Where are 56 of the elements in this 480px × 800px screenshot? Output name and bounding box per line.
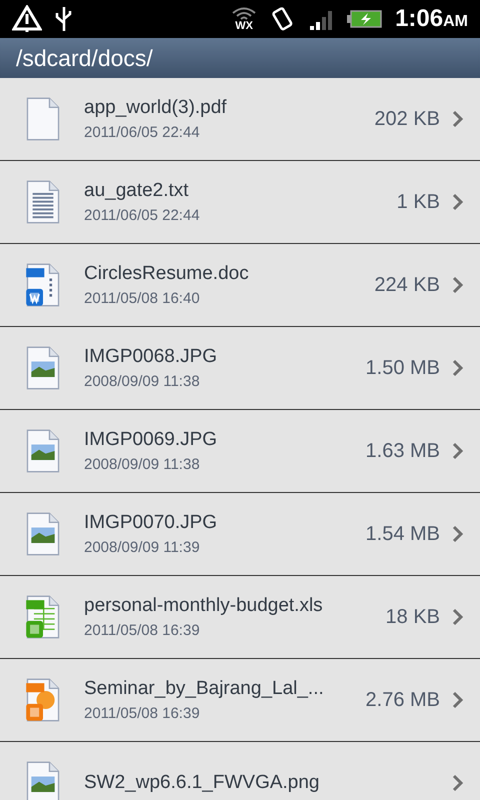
file-date: 2011/06/05 22:44 — [84, 206, 201, 226]
file-date: 2011/05/08 16:39 — [84, 621, 201, 641]
file-name: IMGP0070.JPG — [84, 510, 218, 534]
file-date: 2011/06/05 22:44 — [84, 123, 201, 143]
file-row[interactable]: personal-monthly-budget.xls 2011/05/08 16:39 18 KB — [0, 576, 480, 659]
chevron-right-icon — [452, 774, 464, 792]
text-document-icon — [26, 180, 60, 224]
chevron-right-icon — [452, 442, 464, 460]
file-size: 18 KB — [386, 605, 440, 630]
chevron-right-icon — [452, 276, 464, 294]
folder-path: /sdcard/docs/ — [16, 44, 153, 73]
file-date: 2011/05/08 16:40 — [84, 289, 201, 309]
chevron-right-icon — [452, 359, 464, 377]
file-row[interactable]: app_world(3).pdf 2011/06/05 22:44 202 KB — [0, 78, 480, 161]
file-size: 1 KB — [396, 190, 440, 215]
file-row[interactable]: IMGP0068.JPG 2008/09/09 11:38 1.50 MB — [0, 327, 480, 410]
file-date: 2011/05/08 16:39 — [84, 704, 201, 724]
file-date: 2008/09/09 11:38 — [84, 372, 201, 392]
file-name: IMGP0068.JPG — [84, 344, 218, 368]
file-size: 202 KB — [374, 107, 440, 132]
file-size: 1.63 MB — [366, 439, 440, 464]
file-size: 2.76 MB — [366, 688, 440, 713]
presentation-icon — [26, 678, 60, 722]
chevron-right-icon — [452, 110, 464, 128]
file-name: CirclesResume.doc — [84, 262, 250, 286]
file-size: 1.54 MB — [366, 522, 440, 547]
file-name: personal-monthly-budget.xls — [84, 594, 324, 618]
file-row[interactable]: au_gate2.txt 2011/06/05 22:44 1 KB — [0, 161, 480, 244]
clock: 1:06AM — [395, 4, 468, 34]
file-date: 2008/09/09 11:39 — [84, 538, 201, 558]
file-row[interactable]: CirclesResume.doc 2011/05/08 16:40 224 KB — [0, 244, 480, 327]
file-name: au_gate2.txt — [84, 178, 190, 202]
file-row[interactable]: IMGP0070.JPG 2008/09/09 11:39 1.54 MB — [0, 493, 480, 576]
image-file-icon — [26, 346, 60, 390]
file-row[interactable]: IMGP0069.JPG 2008/09/09 11:38 1.63 MB — [0, 410, 480, 493]
blank-page-icon — [26, 97, 60, 141]
file-name: IMGP0069.JPG — [84, 428, 218, 452]
file-name: Seminar_by_Bajrang_Lal_... — [84, 676, 325, 700]
file-size: 224 KB — [374, 273, 440, 298]
chevron-right-icon — [452, 193, 464, 211]
warning-icon — [12, 5, 42, 33]
image-file-icon — [26, 512, 60, 556]
file-row[interactable]: Seminar_by_Bajrang_Lal_... 2011/05/08 16:39 2.76 MB — [0, 659, 480, 742]
file-name: SW2_wp6.6.1_FWVGA.png — [84, 770, 320, 795]
chevron-right-icon — [452, 608, 464, 626]
word-document-icon — [26, 263, 60, 307]
file-name: app_world(3).pdf — [84, 96, 228, 120]
battery-charging-icon — [347, 9, 384, 29]
image-file-icon — [26, 429, 60, 473]
file-date: 2008/09/09 11:38 — [84, 455, 201, 475]
spreadsheet-icon — [26, 595, 60, 639]
chevron-right-icon — [452, 525, 464, 543]
usb-icon — [54, 5, 74, 33]
chevron-right-icon — [452, 691, 464, 709]
file-row[interactable]: SW2_wp6.6.1_FWVGA.png — [0, 742, 480, 800]
file-size: 1.50 MB — [366, 356, 440, 381]
